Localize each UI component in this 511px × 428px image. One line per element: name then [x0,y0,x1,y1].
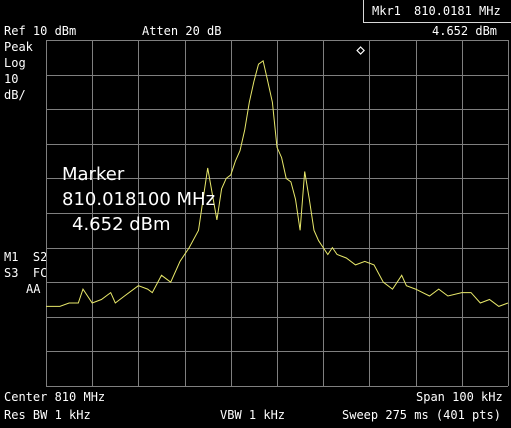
sweep-label: Sweep 275 ms (401 pts) [342,408,501,422]
marker-diamond [356,46,365,55]
marker-diamond-shape [356,46,365,55]
span-label: Span 100 kHz [416,390,503,404]
marker-annotation-frequency: 810.018100 MHz [62,189,216,210]
rbw-label: Res BW 1 kHz [4,408,91,422]
marker-annotation-amplitude: 4.652 dBm [72,214,171,235]
center-frequency-label: Center 810 MHz [4,390,106,404]
marker-annotation-title: Marker [62,164,125,185]
vbw-label: VBW 1 kHz [220,408,286,422]
